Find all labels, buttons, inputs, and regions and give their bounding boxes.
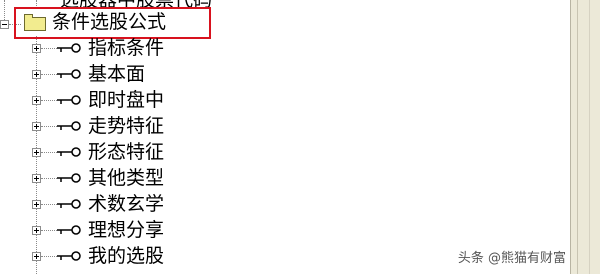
expand-toggle[interactable] [32,226,41,235]
tree-connector [41,74,57,75]
tree-item-label[interactable]: 理想分享 [88,219,164,241]
tree-connector [41,178,57,179]
key-icon [57,199,81,209]
tree-connector [41,100,57,101]
collapse-toggle[interactable] [0,20,9,29]
key-icon [57,251,81,261]
tree-item-label[interactable]: 术数玄学 [88,193,164,215]
tree-connector [41,256,57,257]
key-icon [57,121,81,131]
vertical-scrollbar[interactable] [570,0,600,274]
expand-toggle[interactable] [32,44,41,53]
expand-toggle[interactable] [32,174,41,183]
tree-connector [41,126,57,127]
key-icon [57,147,81,157]
tree-connector [41,230,57,231]
key-icon [57,173,81,183]
expand-toggle[interactable] [32,70,41,79]
tree-connector [41,204,57,205]
tree-item-label[interactable]: 形态特征 [88,141,164,163]
tree-item-label[interactable]: 其他类型 [88,167,164,189]
scrollbar-rail [577,0,578,274]
expand-toggle[interactable] [32,200,41,209]
watermark: 头条 @熊猫有财富 [457,251,566,266]
tree-item-label[interactable]: 走势特征 [88,115,164,137]
expand-toggle[interactable] [32,252,41,261]
tree-connector [41,152,57,153]
expand-toggle[interactable] [32,96,41,105]
tree-item-label[interactable]: 即时盘中 [88,89,164,111]
tree-item-label[interactable]: 基本面 [88,63,145,85]
tree-connector [41,48,57,49]
key-icon [57,225,81,235]
key-icon [57,95,81,105]
scrollbar-rail [589,0,590,274]
tree-item-label[interactable]: 我的选股 [88,245,164,267]
expand-toggle[interactable] [32,122,41,131]
tree-item-label[interactable]: 指标条件 [88,37,164,59]
highlight-annotation [14,7,211,39]
key-icon [57,69,81,79]
expand-toggle[interactable] [32,148,41,157]
key-icon [57,43,81,53]
